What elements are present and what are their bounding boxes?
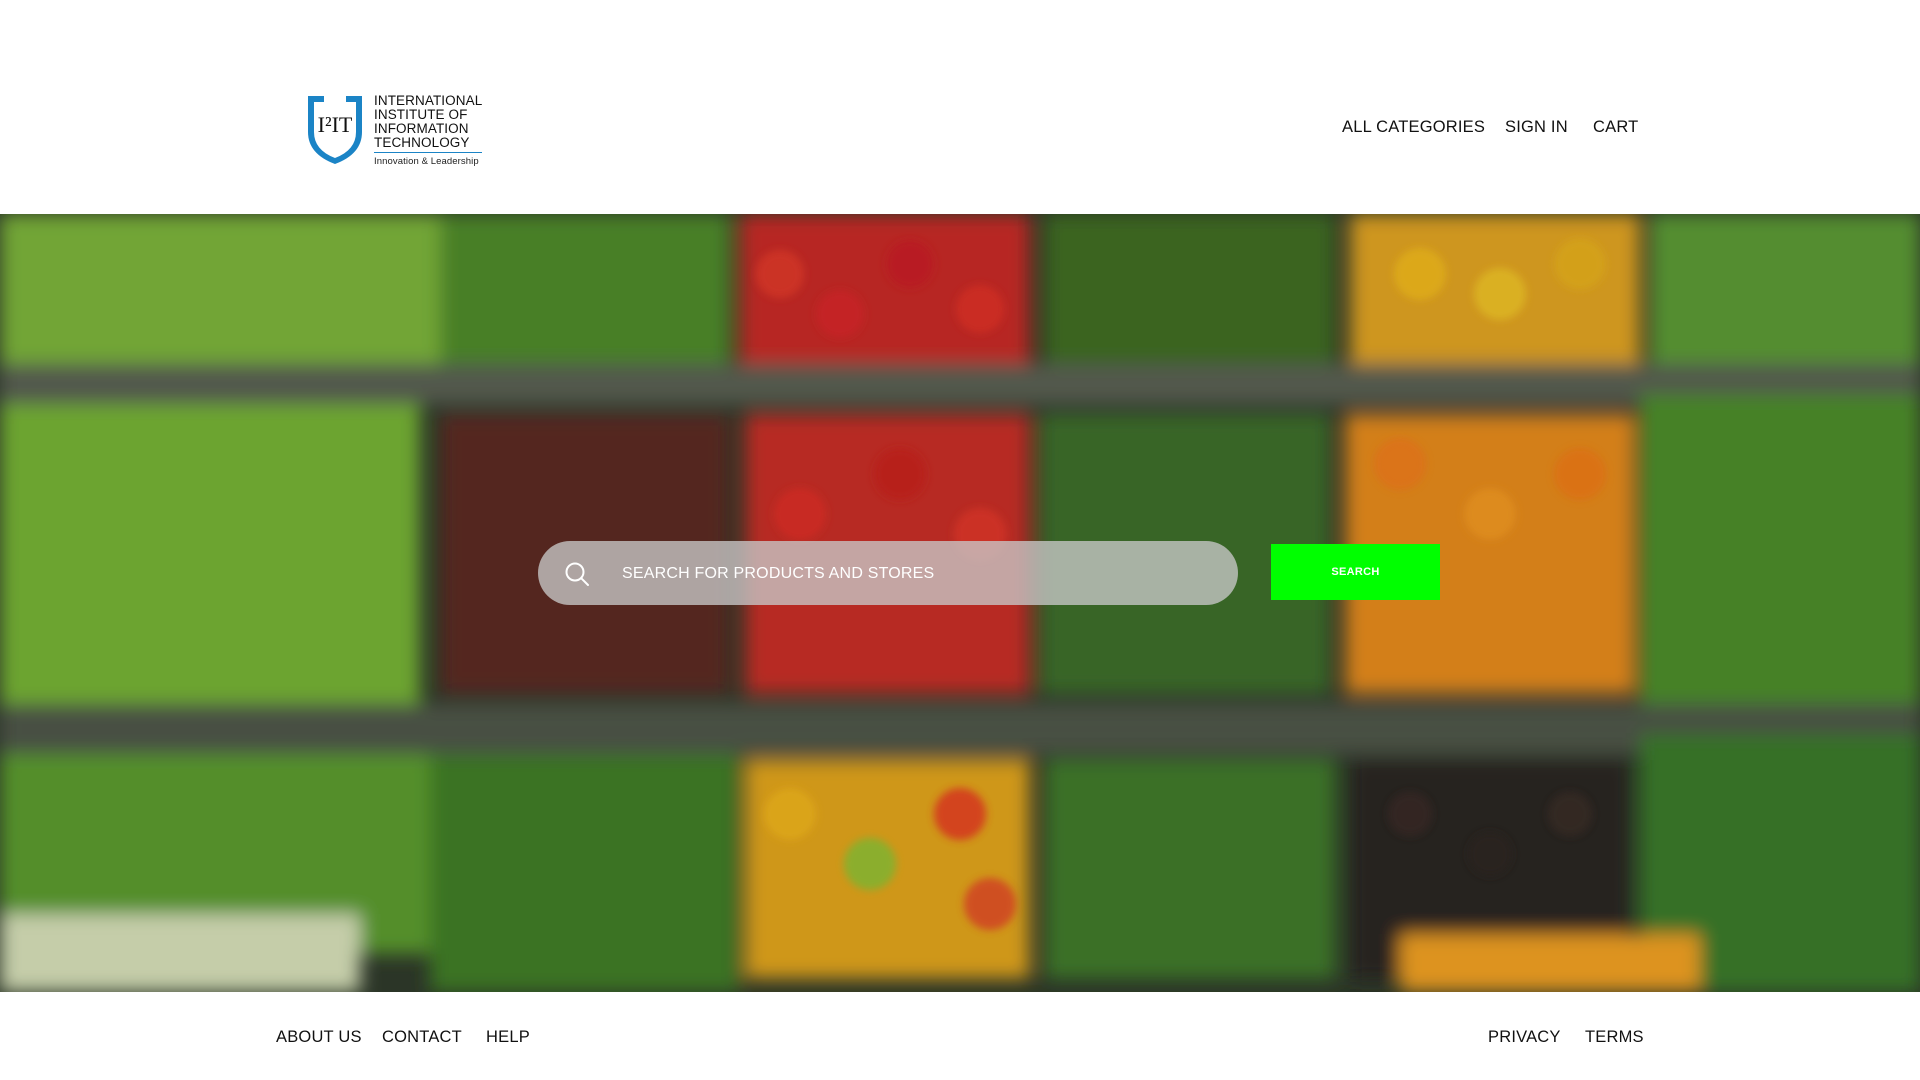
nav-all-categories[interactable]: ALL CATEGORIES <box>1342 118 1485 137</box>
footer-link-privacy[interactable]: PRIVACY <box>1488 1028 1561 1047</box>
site-header: I²IT INTERNATIONAL INSTITUTE OF INFORMAT… <box>0 0 1920 214</box>
logo-wordmark: INTERNATIONAL INSTITUTE OF INFORMATION T… <box>374 93 483 169</box>
logo-line: TECHNOLOGY <box>374 135 470 150</box>
search-input[interactable] <box>620 541 1224 607</box>
site-footer: ABOUT US CONTACT HELP PRIVACY TERMS <box>0 992 1920 1080</box>
logo-shield-icon: I²IT <box>308 96 362 164</box>
footer-link-about-us[interactable]: ABOUT US <box>276 1028 362 1047</box>
nav-cart[interactable]: CART <box>1593 118 1638 137</box>
hero-banner: SEARCH <box>0 214 1920 992</box>
site-logo[interactable]: I²IT INTERNATIONAL INSTITUTE OF INFORMAT… <box>304 92 483 169</box>
logo-mark-text: I²IT <box>318 112 353 137</box>
logo-tagline: Innovation & Leadership <box>374 152 483 169</box>
logo-line: INFORMATION <box>374 121 469 136</box>
footer-link-help[interactable]: HELP <box>486 1028 530 1047</box>
footer-link-contact[interactable]: CONTACT <box>382 1028 462 1047</box>
logo-line: INSTITUTE OF <box>374 107 468 122</box>
search-icon <box>565 562 589 586</box>
footer-link-terms[interactable]: TERMS <box>1585 1028 1644 1047</box>
search-button[interactable]: SEARCH <box>1271 544 1440 600</box>
search-bar <box>538 541 1238 607</box>
logo-line: INTERNATIONAL <box>374 93 483 108</box>
nav-sign-in[interactable]: SIGN IN <box>1505 118 1568 137</box>
